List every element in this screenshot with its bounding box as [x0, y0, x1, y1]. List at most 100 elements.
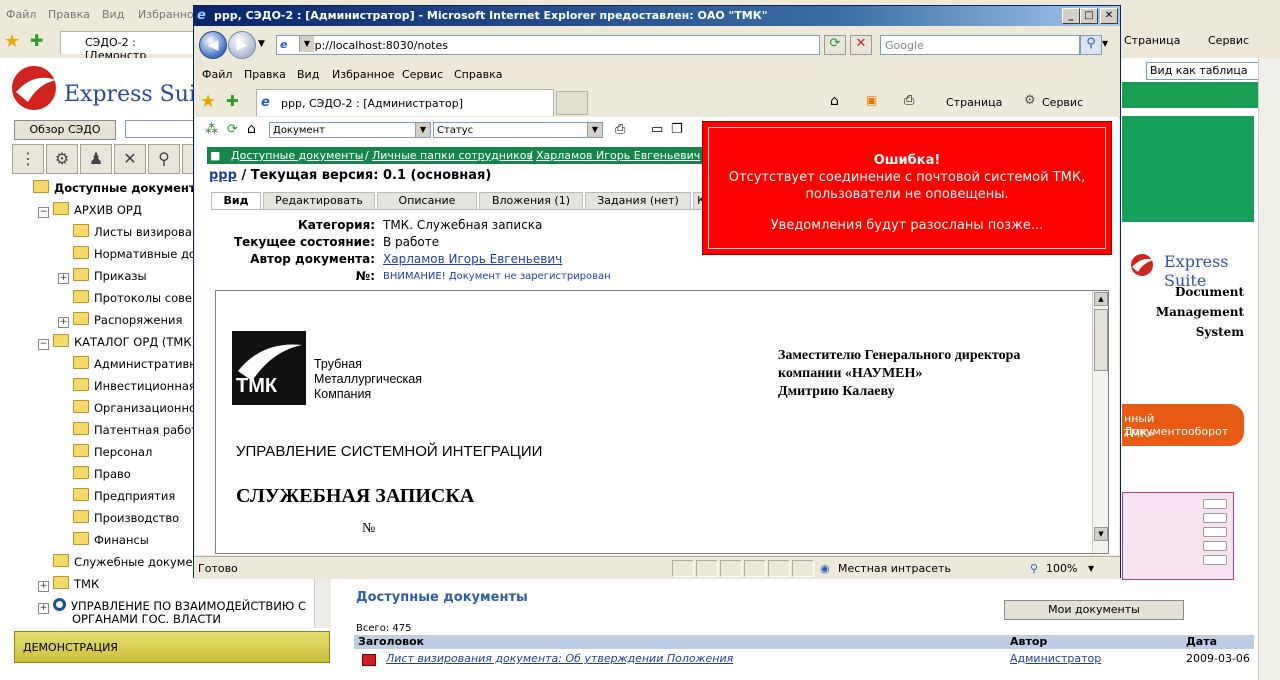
my-documents-button[interactable]: Мои документы	[1004, 600, 1184, 620]
home-doc-icon[interactable]: ⌂	[247, 121, 256, 137]
col-author-header[interactable]: Автор	[1010, 635, 1047, 649]
menu-file[interactable]: Файл	[202, 68, 232, 81]
workflow-icon[interactable]: ⚙	[46, 144, 78, 174]
bg-tools-menu[interactable]: Сервис	[1208, 34, 1249, 47]
tree-item[interactable]: + ТМК	[38, 574, 99, 594]
pink-button-5[interactable]	[1203, 555, 1227, 565]
tab-attachments[interactable]: Вложения (1)	[479, 192, 583, 209]
tree-item[interactable]: Служебные документы	[38, 552, 216, 572]
page-scrollbar[interactable]	[1258, 58, 1280, 680]
tree-item[interactable]: + Приказы	[58, 266, 147, 286]
pink-button-1[interactable]	[1203, 499, 1227, 509]
scroll-thumb[interactable]	[1094, 309, 1108, 371]
breadcrumb-link-1[interactable]: Доступные документы	[231, 149, 363, 162]
menu-edit[interactable]: Правка	[244, 68, 286, 81]
expand-toggle-icon[interactable]: −	[38, 207, 49, 218]
history-dropdown-icon[interactable]: ▼	[258, 39, 265, 49]
tab-edit[interactable]: Редактировать	[263, 192, 375, 209]
page-doc-icon[interactable]: ▭	[651, 122, 663, 137]
tools-gear-icon[interactable]: ⚙	[1024, 93, 1036, 108]
add-to-favorites-icon[interactable]: ✚	[226, 92, 239, 110]
reload-icon[interactable]: ⟳	[227, 122, 238, 137]
bg-search-input[interactable]	[125, 120, 197, 138]
pink-button-3[interactable]	[1203, 527, 1227, 537]
pink-button-4[interactable]	[1203, 541, 1227, 551]
bg-menu-favorites[interactable]: Избранное	[138, 8, 200, 21]
expand-toggle-icon[interactable]: −	[38, 339, 49, 350]
close-button[interactable]: ✕	[1100, 8, 1118, 24]
tree-item[interactable]: Право	[58, 464, 131, 484]
preview-scrollbar[interactable]: ▲ ▼	[1092, 291, 1108, 553]
bg-menu-view[interactable]: Вид	[102, 8, 124, 21]
address-dropdown-icon[interactable]: ▼	[299, 36, 314, 52]
tools-menu[interactable]: Сервис	[1042, 96, 1083, 109]
search-icon[interactable]: ⚲	[148, 144, 180, 174]
add-favorite-icon[interactable]: ✚	[30, 31, 43, 50]
zoom-icon[interactable]: ⚲	[1030, 562, 1038, 575]
favorites-star-icon[interactable]: ★	[4, 31, 20, 52]
pink-button-2[interactable]	[1203, 513, 1227, 523]
tab-view[interactable]: Вид	[211, 192, 261, 210]
tree-item[interactable]: Нормативные доку	[58, 244, 210, 264]
maximize-button[interactable]: □	[1080, 8, 1098, 24]
tree-item[interactable]: Административная	[58, 354, 211, 374]
tree-item[interactable]: Производство	[58, 508, 179, 528]
home-icon[interactable]: ⌂	[830, 93, 839, 109]
col-title-header[interactable]: Заголовок	[358, 635, 424, 649]
search-options-icon[interactable]: ▼	[1102, 39, 1108, 48]
bg-page-menu[interactable]: Страница	[1124, 34, 1180, 47]
menu-favorites[interactable]: Избранное	[332, 68, 394, 81]
tree-item[interactable]: Персонал	[58, 442, 152, 462]
expand-toggle-icon[interactable]: +	[38, 581, 49, 592]
bg-browser-tab[interactable]: СЭДО-2 : [Демонстр	[60, 31, 198, 62]
breadcrumb-link-3[interactable]: Харламов Игорь Евгеньевич	[536, 149, 700, 162]
tree-view-icon[interactable]: ⋮	[12, 144, 44, 174]
breadcrumb-link-2[interactable]: Личные папки сотрудников	[372, 149, 533, 162]
expand-toggle-icon[interactable]: +	[58, 273, 69, 284]
tree-item[interactable]: Доступные документы	[18, 178, 206, 198]
tools-icon[interactable]: ✕	[114, 144, 146, 174]
col-date-header[interactable]: Дата	[1186, 635, 1217, 649]
document-title-link[interactable]: ppp	[209, 168, 237, 183]
tree-item[interactable]: + Распоряжения	[58, 310, 182, 330]
error-popup[interactable]: Ошибка! Отсутствует соединение с почтово…	[702, 121, 1112, 255]
tree-item[interactable]: Организационное р	[58, 398, 214, 418]
tree-item[interactable]: Инвестиционная де	[58, 376, 215, 396]
tree-item[interactable]: Финансы	[58, 530, 149, 550]
scroll-up-icon[interactable]: ▲	[1094, 292, 1108, 306]
tree-toggle-icon[interactable]: ⁂	[205, 122, 218, 137]
users-icon[interactable]: ♟	[80, 144, 112, 174]
tree-item[interactable]: Протоколы совеща	[58, 288, 210, 308]
browser-tab-active[interactable]: e ppp, СЭДО-2 : [Администратор]	[256, 89, 554, 116]
table-row[interactable]: Лист визирования документа: Об утвержден…	[354, 651, 1254, 667]
menu-help[interactable]: Справка	[454, 68, 502, 81]
new-tab-button[interactable]	[556, 91, 588, 115]
status-select[interactable]: Статус ▼	[433, 122, 603, 138]
forward-icon[interactable]: ▶	[228, 31, 256, 59]
address-input[interactable]: e http://localhost:8030/notes ▼	[276, 35, 820, 55]
page-menu[interactable]: Страница	[946, 96, 1002, 109]
demo-bar[interactable]: ДЕМОНСТРАЦИЯ	[14, 631, 330, 663]
row-author-link[interactable]: Администратор	[1010, 651, 1101, 667]
print-icon[interactable]: ⎙	[904, 93, 914, 108]
promo-banner[interactable]: нный Документооборот ТМК»	[1122, 404, 1244, 446]
zoom-dropdown-icon[interactable]: ▼	[1088, 564, 1094, 573]
back-icon[interactable]: ◀	[199, 31, 227, 59]
tab-description[interactable]: Описание	[377, 192, 477, 209]
zoom-level[interactable]: 100%	[1046, 562, 1077, 575]
minimize-button[interactable]: _	[1062, 8, 1080, 24]
row-title-link[interactable]: Лист визирования документа: Об утвержден…	[386, 651, 733, 667]
search-input[interactable]: Google	[880, 35, 1080, 55]
stop-icon[interactable]: ✕	[850, 35, 872, 55]
print-doc-icon[interactable]: ⎙	[615, 122, 625, 137]
tree-item[interactable]: Предприятия	[58, 486, 175, 506]
refresh-icon[interactable]: ⟳	[824, 35, 846, 55]
bg-menu-file[interactable]: Файл	[6, 8, 36, 21]
view-as-select[interactable]: Вид как таблица	[1146, 62, 1275, 80]
tree-item[interactable]: ОРГАНАМИ ГОС. ВЛАСТИ	[38, 609, 221, 628]
tree-item[interactable]: − АРХИВ ОРД	[38, 200, 142, 220]
expand-toggle-icon[interactable]: +	[58, 317, 69, 328]
author-link[interactable]: Харламов Игорь Евгеньевич	[383, 252, 562, 266]
favorites-center-icon[interactable]: ★	[200, 91, 216, 112]
tree-item[interactable]: − КАТАЛОГ ОРД (ТМК)	[38, 332, 196, 352]
